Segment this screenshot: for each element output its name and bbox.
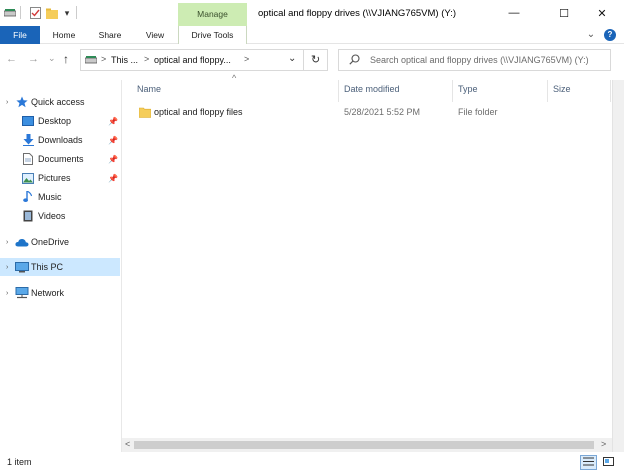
scroll-right-button[interactable]: > [601, 439, 606, 449]
column-divider[interactable] [547, 80, 548, 102]
customize-toolbar-dropdown[interactable]: ▾ [62, 6, 72, 20]
music-icon [22, 191, 34, 203]
address-divider [303, 50, 304, 70]
search-input[interactable]: Search optical and floppy drives (\\VJIA… [370, 55, 589, 65]
file-date-modified: 5/28/2021 5:52 PM [344, 107, 421, 117]
sort-indicator-icon: ^ [232, 73, 237, 83]
sidebar-item-label: Music [38, 192, 62, 202]
expand-chevron-icon[interactable]: › [6, 290, 8, 297]
vertical-scrollbar[interactable] [612, 80, 624, 452]
column-divider[interactable] [610, 80, 611, 102]
details-view-icon [583, 457, 594, 468]
sidebar-item-label: Documents [38, 154, 84, 164]
tab-file[interactable]: File [0, 26, 40, 44]
address-history-dropdown[interactable]: ⌄ [288, 53, 296, 64]
cloud-icon [15, 236, 29, 248]
video-icon [22, 210, 34, 222]
sidebar-item-onedrive[interactable]: › OneDrive [0, 233, 120, 251]
pane-splitter[interactable] [121, 80, 122, 452]
search-box[interactable]: Search optical and floppy drives (\\VJIA… [338, 49, 611, 71]
column-header-name[interactable]: Name [137, 84, 161, 98]
expand-chevron-icon[interactable]: › [6, 239, 8, 246]
recent-locations-dropdown[interactable]: ⌄ [48, 53, 56, 64]
picture-icon [22, 172, 34, 184]
new-folder-icon[interactable] [45, 6, 59, 20]
document-icon [22, 153, 34, 165]
sidebar-item-network[interactable]: › Network [0, 284, 120, 302]
sidebar-item-documents[interactable]: Documents 📌 [0, 150, 120, 168]
address-bar[interactable]: > This ... > optical and floppy... > ⌄ ↻ [80, 49, 328, 71]
horizontal-scroll-thumb[interactable] [134, 441, 594, 449]
drive-icon [3, 6, 17, 20]
expand-chevron-icon[interactable]: › [6, 99, 8, 106]
properties-icon[interactable] [28, 6, 42, 20]
sidebar-item-label: Videos [38, 211, 66, 221]
manage-context-label: Manage [178, 3, 247, 26]
folder-icon [138, 106, 152, 120]
tab-home[interactable]: Home [46, 26, 82, 44]
computer-icon [15, 261, 29, 273]
window-title: optical and floppy drives (\\VJIANG765VM… [258, 8, 456, 19]
column-header-size[interactable]: Size [553, 84, 571, 98]
breadcrumb-separator: > [101, 54, 107, 64]
pin-icon: 📌 [108, 154, 118, 164]
large-icons-view-button[interactable] [600, 455, 617, 470]
column-header-type[interactable]: Type [458, 84, 478, 98]
toolbar-divider [20, 6, 21, 19]
status-bar: 1 item [0, 452, 624, 473]
back-button[interactable]: ← [6, 53, 17, 65]
column-header-date-modified[interactable]: Date modified [344, 84, 400, 98]
file-name: optical and floppy files [154, 107, 243, 117]
sidebar-item-desktop[interactable]: Desktop 📌 [0, 112, 120, 130]
help-icon[interactable]: ? [604, 29, 616, 41]
sidebar-item-label: Network [31, 288, 65, 298]
breadcrumb-current-drive[interactable]: optical and floppy... [154, 55, 231, 65]
sidebar-item-downloads[interactable]: Downloads 📌 [0, 131, 120, 149]
breadcrumb-separator: > [244, 54, 250, 64]
search-icon [349, 54, 360, 67]
breadcrumb-separator: > [144, 54, 150, 64]
desktop-icon [22, 115, 34, 127]
sidebar-item-label: Downloads [38, 135, 83, 145]
item-count: 1 item [7, 457, 32, 467]
scroll-left-button[interactable]: < [125, 439, 130, 449]
tab-share[interactable]: Share [92, 26, 128, 44]
pin-icon: 📌 [108, 173, 118, 183]
ribbon-expand-icon[interactable]: ⌄ [584, 26, 598, 44]
star-icon [16, 96, 28, 108]
expand-chevron-icon[interactable]: › [6, 264, 8, 271]
drive-icon [84, 55, 98, 67]
breadcrumb-this-pc[interactable]: This ... [111, 55, 138, 65]
ribbon-tabs: File Home Share View Drive Tools ⌄ ? [0, 26, 624, 44]
pin-icon: 📌 [108, 135, 118, 145]
toolbar-divider [76, 6, 77, 19]
title-bar: ▾ optical and floppy drives (\\VJIANG765… [0, 0, 624, 26]
pin-icon: 📌 [108, 116, 118, 126]
sidebar-item-label: Quick access [31, 97, 85, 107]
sidebar-item-label: This PC [31, 262, 64, 272]
column-divider[interactable] [452, 80, 453, 102]
details-view-button[interactable] [580, 455, 597, 470]
network-icon [15, 287, 29, 299]
sidebar-item-this-pc[interactable]: › This PC [0, 258, 120, 276]
refresh-button[interactable]: ↻ [311, 53, 320, 66]
large-icons-view-icon [603, 457, 614, 468]
sidebar-item-pictures[interactable]: Pictures 📌 [0, 169, 120, 187]
sidebar-item-label: Pictures [38, 173, 71, 183]
sidebar-item-quick-access[interactable]: › Quick access [0, 93, 120, 111]
tab-drive-tools[interactable]: Drive Tools [178, 26, 247, 44]
minimize-button[interactable]: — [492, 0, 536, 26]
sidebar-item-music[interactable]: Music [0, 188, 120, 206]
download-icon [22, 134, 34, 146]
up-button[interactable]: ↑ [63, 52, 69, 66]
tab-view[interactable]: View [138, 26, 172, 44]
file-type: File folder [458, 107, 498, 117]
column-divider[interactable] [338, 80, 339, 102]
sidebar-item-label: Desktop [38, 116, 72, 126]
file-row[interactable]: optical and floppy files 5/28/2021 5:52 … [134, 104, 610, 122]
close-button[interactable]: ✕ [580, 0, 624, 26]
sidebar-item-label: OneDrive [31, 237, 70, 247]
sidebar-item-videos[interactable]: Videos [0, 207, 120, 225]
forward-button[interactable]: → [28, 53, 39, 65]
